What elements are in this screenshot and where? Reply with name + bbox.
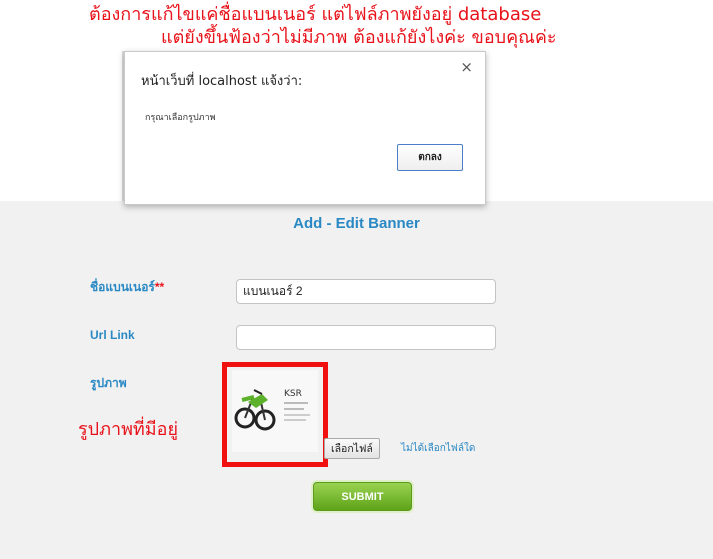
annotation-question-line1: ต้องการแก้ไขแค่ชื่อแบนเนอร์ แต่ไฟล์ภาพยั… (89, 4, 542, 25)
close-icon[interactable]: × (460, 58, 473, 76)
submit-button[interactable]: SUBMIT (313, 482, 412, 511)
page-title: Add - Edit Banner (293, 215, 420, 232)
url-link-label: Url Link (90, 328, 135, 342)
dialog-title: หน้าเว็บที่ localhost แจ้งว่า: (141, 74, 303, 89)
image-label: รูปภาพ (90, 376, 127, 390)
banner-name-label-text: ชื่อแบนเนอร์ (90, 280, 155, 294)
dialog-message: กรุณาเลือกรูปภาพ (145, 113, 216, 123)
banner-name-input[interactable] (236, 279, 496, 304)
ok-button[interactable]: ตกลง (397, 144, 463, 171)
highlight-box (222, 362, 328, 467)
no-file-selected-text: ไม่ได้เลือกไฟล์ใด (401, 443, 476, 454)
banner-name-label: ชื่อแบนเนอร์** (90, 278, 164, 297)
alert-dialog: หน้าเว็บที่ localhost แจ้งว่า: × กรุณาเล… (124, 51, 486, 205)
url-link-input[interactable] (236, 325, 496, 350)
choose-file-button[interactable]: เลือกไฟล์ (324, 438, 380, 459)
annotation-existing-image: รูปภาพที่มีอยู่ (78, 419, 179, 440)
required-mark: ** (154, 280, 165, 294)
annotation-question-line2: แต่ยังขึ้นฟ้องว่าไม่มีภาพ ต้องแก้ยังไงค่… (161, 27, 557, 48)
